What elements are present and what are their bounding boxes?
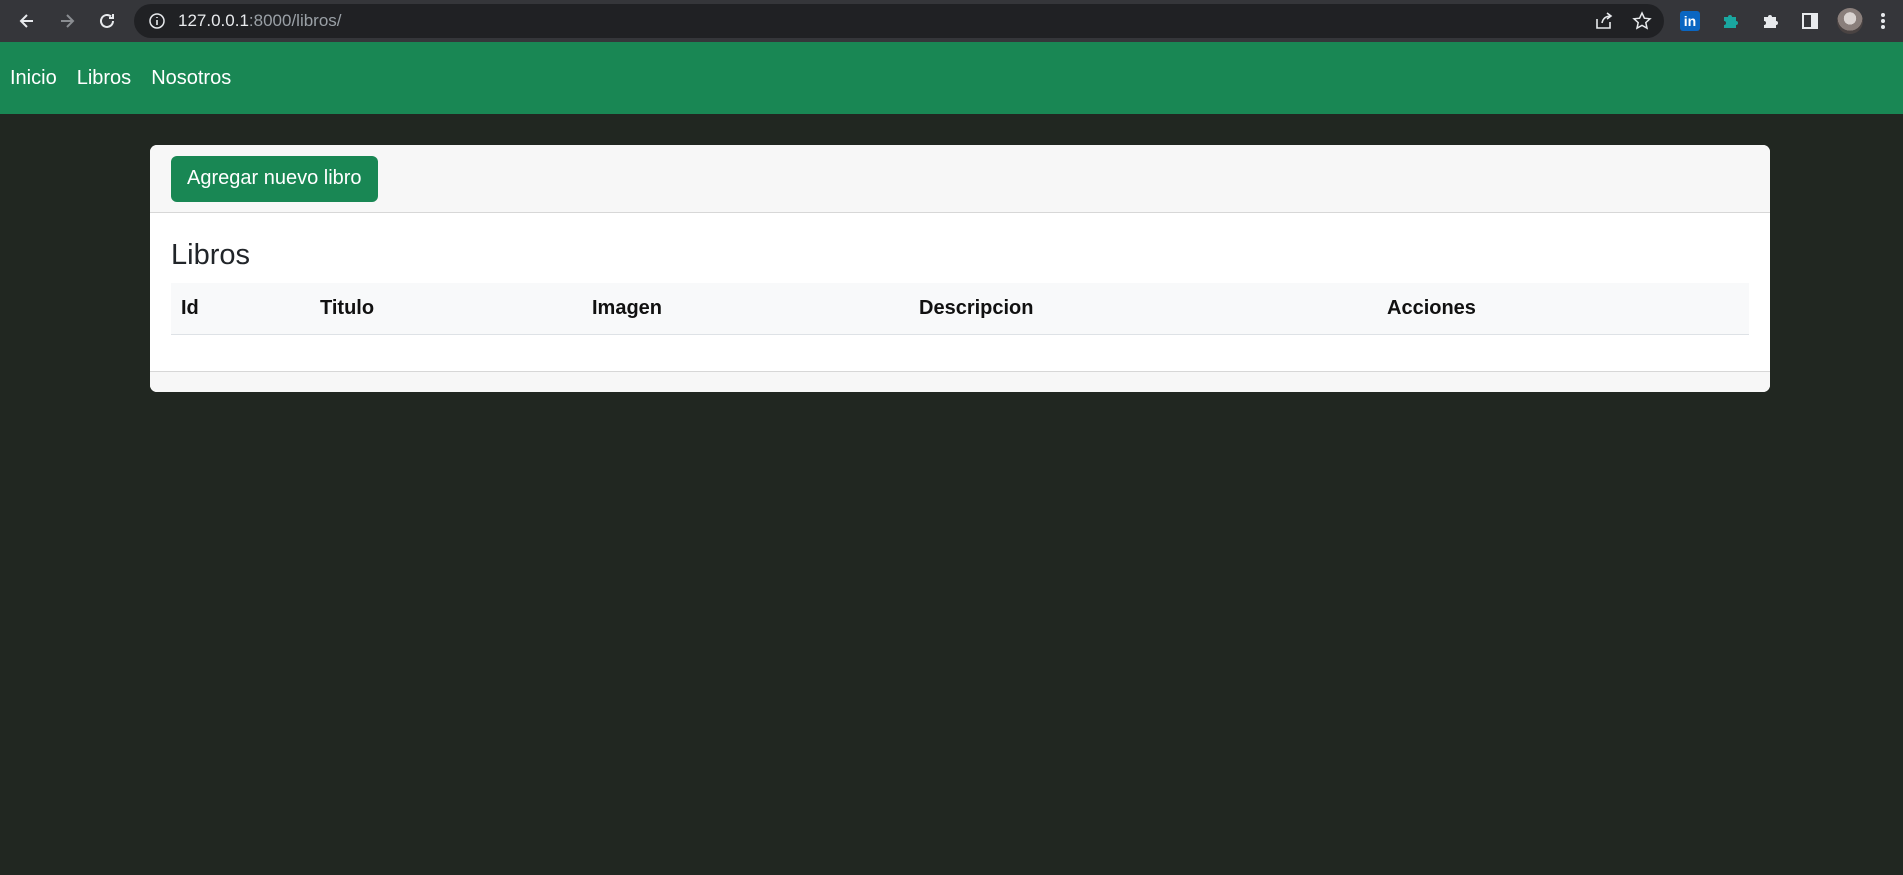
nav-link-libros[interactable]: Libros — [77, 67, 131, 90]
column-header-id: Id — [181, 296, 199, 319]
card-header: Agregar nuevo libro — [150, 145, 1770, 213]
reload-icon — [100, 13, 114, 28]
column-header-titulo: Titulo — [320, 296, 375, 319]
back-button[interactable] — [7, 0, 47, 42]
table-header-row: Id Titulo Imagen Descripcion Acciones — [171, 283, 1749, 334]
puzzle-colored-icon — [1724, 15, 1738, 28]
card-footer — [150, 371, 1770, 392]
extensions-tray: in — [1670, 0, 1896, 42]
browser-menu-button[interactable] — [1870, 0, 1896, 42]
avatar — [1837, 8, 1863, 34]
url-text: 127.0.0.1:8000/libros/ — [178, 11, 342, 31]
forward-arrow-icon — [61, 14, 75, 28]
side-panel-icon — [1802, 13, 1818, 29]
app-navbar: Inicio Libros Nosotros — [0, 42, 1903, 114]
column-header-acciones: Acciones — [1387, 296, 1476, 319]
books-card: Agregar nuevo libro Libros Id Titulo Ima… — [150, 145, 1770, 392]
reload-button[interactable] — [87, 0, 127, 42]
nav-link-inicio[interactable]: Inicio — [10, 67, 57, 90]
profile-button[interactable] — [1830, 0, 1870, 42]
column-header-imagen: Imagen — [592, 296, 663, 319]
nav-link-nosotros[interactable]: Nosotros — [151, 67, 231, 90]
add-book-button[interactable]: Agregar nuevo libro — [171, 155, 378, 202]
puzzle-extension[interactable] — [1710, 0, 1750, 42]
books-table: Id Titulo Imagen Descripcion Acciones — [171, 283, 1749, 335]
url-path: :8000/libros/ — [248, 11, 342, 30]
address-bar[interactable]: 127.0.0.1:8000/libros/ — [134, 4, 1664, 38]
linkedin-icon: in — [1680, 11, 1700, 31]
extensions-menu-button[interactable] — [1750, 0, 1790, 42]
extensions-icon — [1764, 15, 1778, 28]
side-panel-button[interactable] — [1790, 0, 1830, 42]
browser-toolbar: 127.0.0.1:8000/libros/ in — [0, 0, 1903, 42]
column-header-descripcion: Descripcion — [919, 296, 1034, 319]
site-info-icon[interactable] — [148, 12, 166, 30]
url-host: 127.0.0.1 — [178, 11, 249, 30]
bookmark-star-icon[interactable] — [1632, 11, 1652, 31]
linkedin-extension[interactable]: in — [1670, 0, 1710, 42]
share-icon[interactable] — [1594, 11, 1614, 31]
forward-button[interactable] — [47, 0, 87, 42]
card-body: Libros Id Titulo Imagen Descripcion Acci… — [150, 213, 1770, 371]
back-arrow-icon — [19, 14, 33, 28]
kebab-menu-icon — [1881, 13, 1885, 29]
page-title: Libros — [171, 239, 250, 271]
